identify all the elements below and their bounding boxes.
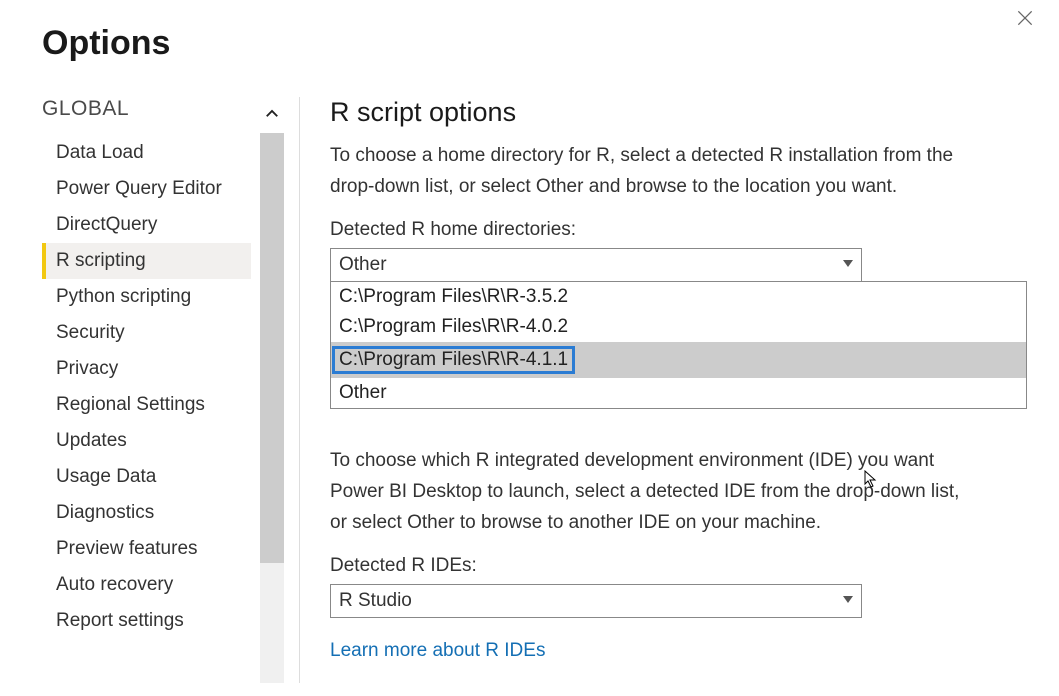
dropdown-option-label: C:\Program Files\R\R-4.0.2 <box>339 316 568 337</box>
sidebar-item-label: Security <box>56 322 125 343</box>
sidebar-item-label: Python scripting <box>56 286 191 307</box>
detected-dirs-value: Other <box>339 254 387 276</box>
page-title: Options <box>0 0 1059 63</box>
detected-ides-value: R Studio <box>339 590 412 612</box>
sidebar-item-label: Diagnostics <box>56 502 154 523</box>
sidebar-item-regional-settings[interactable]: Regional Settings <box>42 387 251 423</box>
learn-more-link[interactable]: Learn more about R IDEs <box>330 640 545 661</box>
sidebar-item-label: Power Query Editor <box>56 178 222 199</box>
sidebar-item-label: DirectQuery <box>56 214 157 235</box>
close-icon[interactable] <box>1015 8 1039 32</box>
scrollbar-thumb[interactable] <box>260 133 284 563</box>
sidebar-item-python-scripting[interactable]: Python scripting <box>42 279 251 315</box>
sidebar-item-diagnostics[interactable]: Diagnostics <box>42 495 251 531</box>
sidebar-item-label: R scripting <box>56 250 146 271</box>
sidebar-item-label: Report settings <box>56 610 184 631</box>
main-title: R script options <box>330 97 1029 128</box>
detected-ides-select[interactable]: R Studio <box>330 584 862 618</box>
dropdown-option-r352[interactable]: C:\Program Files\R\R-3.5.2 <box>331 282 1026 312</box>
sidebar-item-data-load[interactable]: Data Load <box>42 135 251 171</box>
sidebar-item-privacy[interactable]: Privacy <box>42 351 251 387</box>
sidebar-item-label: Auto recovery <box>56 574 173 595</box>
dropdown-option-other[interactable]: Other <box>331 378 1026 408</box>
ide-intro-text: To choose which R integrated development… <box>330 445 970 539</box>
sidebar-item-r-scripting[interactable]: R scripting <box>42 243 251 279</box>
sidebar-item-auto-recovery[interactable]: Auto recovery <box>42 567 251 603</box>
sidebar-item-label: Regional Settings <box>56 394 205 415</box>
detected-dirs-select[interactable]: Other <box>330 248 862 282</box>
scroll-up-icon[interactable] <box>263 105 281 123</box>
sidebar: GLOBAL Data Load Power Query Editor Dire… <box>0 97 300 683</box>
scrollbar-track[interactable] <box>260 133 284 683</box>
detected-ides-label: Detected R IDEs: <box>330 555 1029 577</box>
detected-dirs-dropdown: C:\Program Files\R\R-3.5.2 C:\Program Fi… <box>330 281 1027 409</box>
sidebar-section-global: GLOBAL <box>42 97 299 121</box>
sidebar-item-label: Usage Data <box>56 466 156 487</box>
sidebar-item-power-query-editor[interactable]: Power Query Editor <box>42 171 251 207</box>
sidebar-item-label: Updates <box>56 430 127 451</box>
sidebar-item-label: Data Load <box>56 142 144 163</box>
sidebar-item-usage-data[interactable]: Usage Data <box>42 459 251 495</box>
detected-dirs-label: Detected R home directories: <box>330 219 1029 241</box>
main-panel: R script options To choose a home direct… <box>300 97 1059 683</box>
sidebar-item-directquery[interactable]: DirectQuery <box>42 207 251 243</box>
dropdown-option-label: C:\Program Files\R\R-3.5.2 <box>339 286 568 307</box>
dropdown-option-label: Other <box>339 382 387 403</box>
dropdown-option-r411[interactable]: C:\Program Files\R\R-4.1.1 <box>331 342 1026 378</box>
sidebar-item-label: Privacy <box>56 358 118 379</box>
sidebar-item-label: Preview features <box>56 538 198 559</box>
sidebar-item-report-settings[interactable]: Report settings <box>42 603 251 639</box>
dropdown-option-label: C:\Program Files\R\R-4.1.1 <box>332 346 575 374</box>
sidebar-item-updates[interactable]: Updates <box>42 423 251 459</box>
chevron-down-icon <box>843 260 853 270</box>
dropdown-option-r402[interactable]: C:\Program Files\R\R-4.0.2 <box>331 312 1026 342</box>
sidebar-item-security[interactable]: Security <box>42 315 251 351</box>
intro-text: To choose a home directory for R, select… <box>330 140 970 203</box>
chevron-down-icon <box>843 596 853 606</box>
sidebar-item-preview-features[interactable]: Preview features <box>42 531 251 567</box>
